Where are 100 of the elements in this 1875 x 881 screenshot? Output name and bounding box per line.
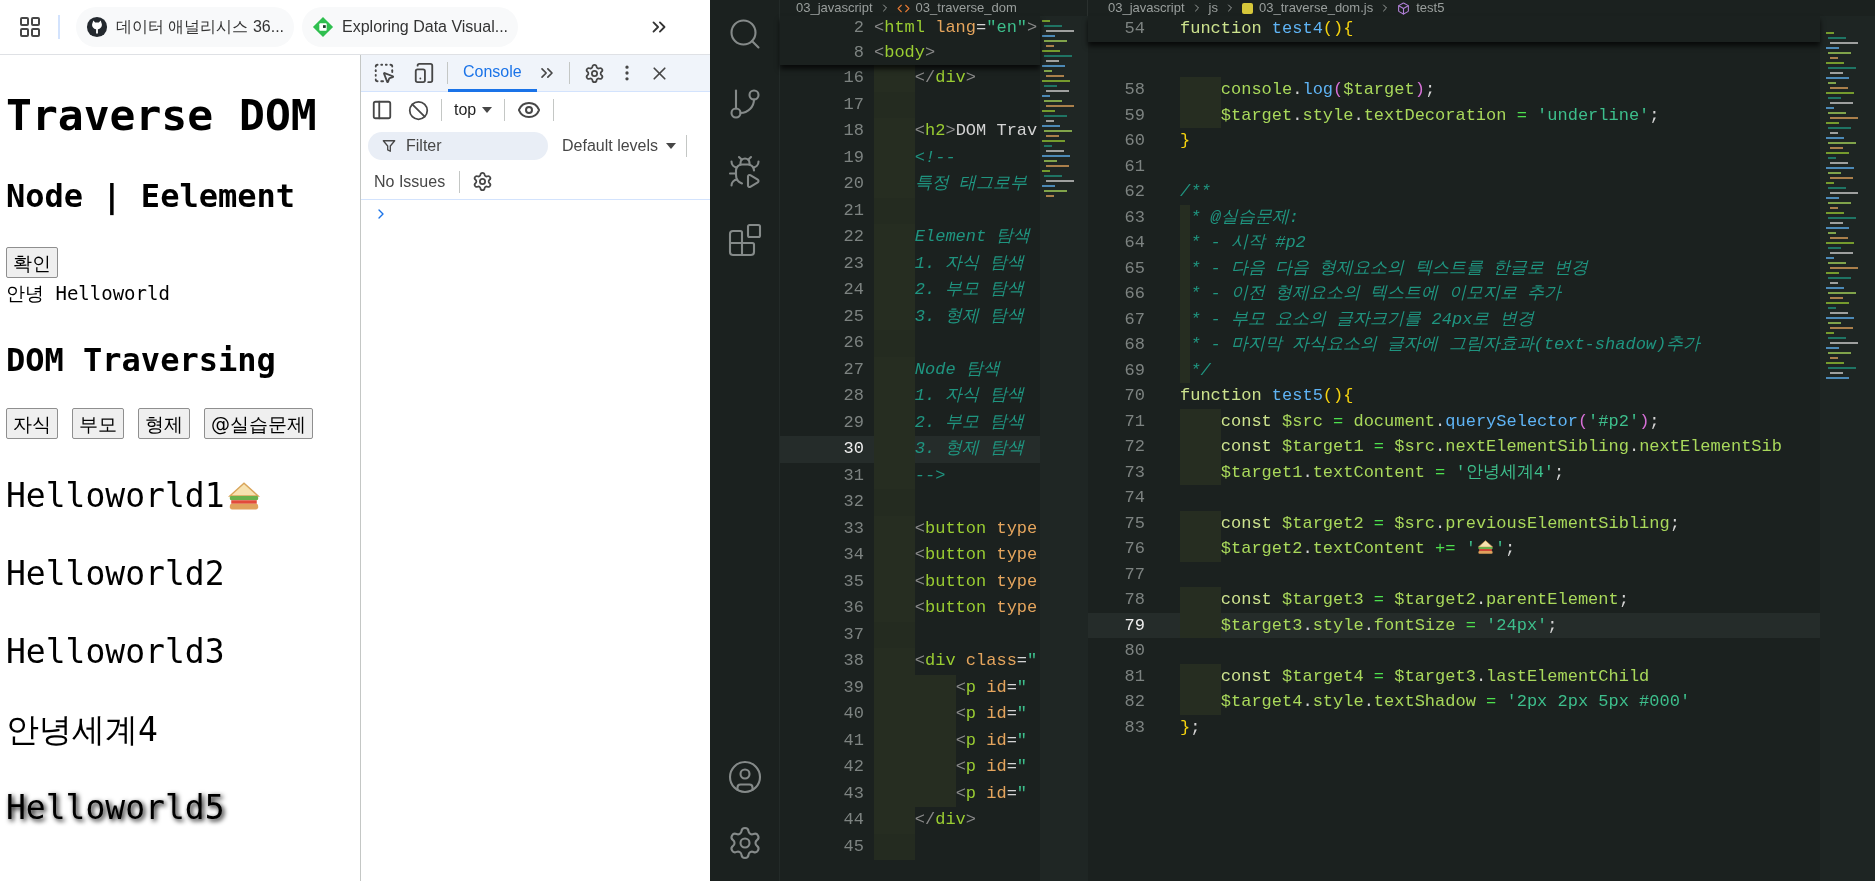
line-number: 37 [842,623,865,646]
line-number: 54 [1123,18,1146,40]
breadcrumb-item[interactable]: 03_traverse_dom [915,0,1017,16]
code-line: <html lang="en"> [874,17,1038,39]
line-number: 77 [1123,563,1146,586]
line-number: 39 [842,676,865,699]
code-line: const $target4 = $target3.lastElementChild [1220,665,1650,688]
line-number: 72 [1123,436,1146,458]
line-number: 65 [1123,257,1146,280]
sidebar-toggle-icon[interactable] [371,99,393,121]
code-line: 2. 부모 탐색 [914,411,1024,434]
line-number: 19 [842,146,865,169]
breadcrumb-item[interactable]: 03_traverse_dom.js [1259,0,1374,16]
line-number: 28 [842,385,865,407]
line-number: 24 [842,279,865,301]
line-number: 32 [842,491,865,513]
code-line: const $src = document.querySelector('#p2'); [1220,410,1660,433]
line-number: 43 [842,782,865,805]
line-number: 61 [1123,155,1146,178]
filter-field[interactable]: Filter [368,132,548,160]
breadcrumb-item[interactable]: 03_javascript [1108,0,1185,16]
blocks-icon[interactable] [726,222,763,258]
line-number: 2 [852,17,865,39]
line-number: 33 [842,517,865,540]
code-line: console.log($target); [1220,79,1436,101]
code-line: * - 마지막 자식요소의 글자에 그림자효과(text-shadow)추가 [1190,334,1701,356]
settings-icon[interactable] [583,62,605,84]
code-line: <h2>DOM Trav [914,120,1038,142]
confirm-button[interactable]: 확인 [6,247,58,278]
account-icon[interactable] [726,759,763,795]
line-number: 64 [1123,232,1146,254]
line-number: 31 [842,464,865,487]
line-number: 80 [1123,640,1146,662]
js-file-icon [1242,2,1253,14]
code-line: * @실습문제: [1190,206,1299,229]
code-line: <p id=" [955,703,1028,725]
line-number: 20 [842,173,865,195]
line-number: 58 [1123,79,1146,101]
code-line: * - 시작 #p2 [1190,232,1306,254]
line-number: 42 [842,756,865,778]
context-dropdown[interactable]: top [454,98,493,122]
inspect-icon[interactable] [373,62,395,84]
issues-status[interactable]: No Issues [374,169,446,194]
code-line: $target.style.textDecoration = 'underline'; [1220,104,1660,127]
line-number: 40 [842,703,865,725]
code-line: <button type [914,570,1038,593]
device-toolbar-icon[interactable] [413,62,435,84]
paragraph-text: Helloworld3 [6,631,225,672]
line-number: 26 [842,332,865,354]
bookmark[interactable]: Exploring Data Visual... [302,7,519,47]
code-line: 3. 형제 탐색 [914,438,1024,460]
line-number: 29 [842,411,865,434]
line-number: 17 [842,93,865,116]
line-number: 68 [1123,334,1146,356]
code-line: Node 탐색 [914,358,1000,381]
code-line: <div class=" [914,650,1038,672]
line-number: 83 [1123,716,1146,739]
line-number: 18 [842,120,865,142]
line-number: 60 [1123,130,1146,152]
traverse-button[interactable]: @실습문제 [204,408,313,439]
line-number: 69 [1123,359,1146,382]
traverse-button[interactable]: 형제 [138,408,190,439]
line-number: 44 [842,809,865,831]
line-number: 71 [1123,410,1146,433]
bug-play-icon[interactable] [726,154,763,190]
code-line: <button type [914,597,1038,619]
code-line: function test4(){ [1180,18,1354,40]
breadcrumb-item[interactable]: test5 [1416,0,1445,16]
code-line: --> [914,464,946,487]
greeting-text: 안녕 Helloworld [6,281,171,305]
line-number: 21 [842,199,865,222]
code-line: <p id=" [955,676,1028,699]
line-number: 41 [842,729,865,752]
line-number: 30 [842,438,865,460]
line-number: 23 [842,252,865,275]
clear-console-icon[interactable] [408,99,429,121]
line-number: 38 [842,650,865,672]
breadcrumb-item[interactable]: 03_javascript [796,0,873,16]
code-line: * - 이전 형제요소의 텍스트에 이모지로 추가 [1190,283,1561,305]
bookmark[interactable]: 데이터 애널리시스 36... [76,7,295,47]
code-line: Element 탐색 [914,226,1031,248]
page-heading: Traverse DOM [6,89,318,141]
line-number: 59 [1123,104,1146,127]
code-line: const $target2 = $src.previousElementSibling; [1220,512,1680,535]
dropdown-triangle-icon [666,143,677,149]
section-heading: DOM Traversing [6,340,277,380]
line-number: 67 [1123,308,1146,331]
apps-grid-icon[interactable] [18,15,42,39]
line-number: 81 [1123,665,1146,688]
breadcrumb-item[interactable]: js [1208,0,1218,16]
line-number: 76 [1123,538,1146,560]
line-number: 73 [1123,461,1146,484]
log-levels-dropdown[interactable]: Default levels [562,134,677,158]
traverse-button[interactable]: 자식 [6,408,58,439]
settings-icon[interactable] [472,171,494,192]
line-number: 70 [1123,385,1146,407]
sandwich-icon [1476,539,1494,555]
code-line: 특정 태그로부 [914,173,1027,195]
traverse-button[interactable]: 부모 [72,408,124,439]
code-line: <button type [914,517,1038,540]
